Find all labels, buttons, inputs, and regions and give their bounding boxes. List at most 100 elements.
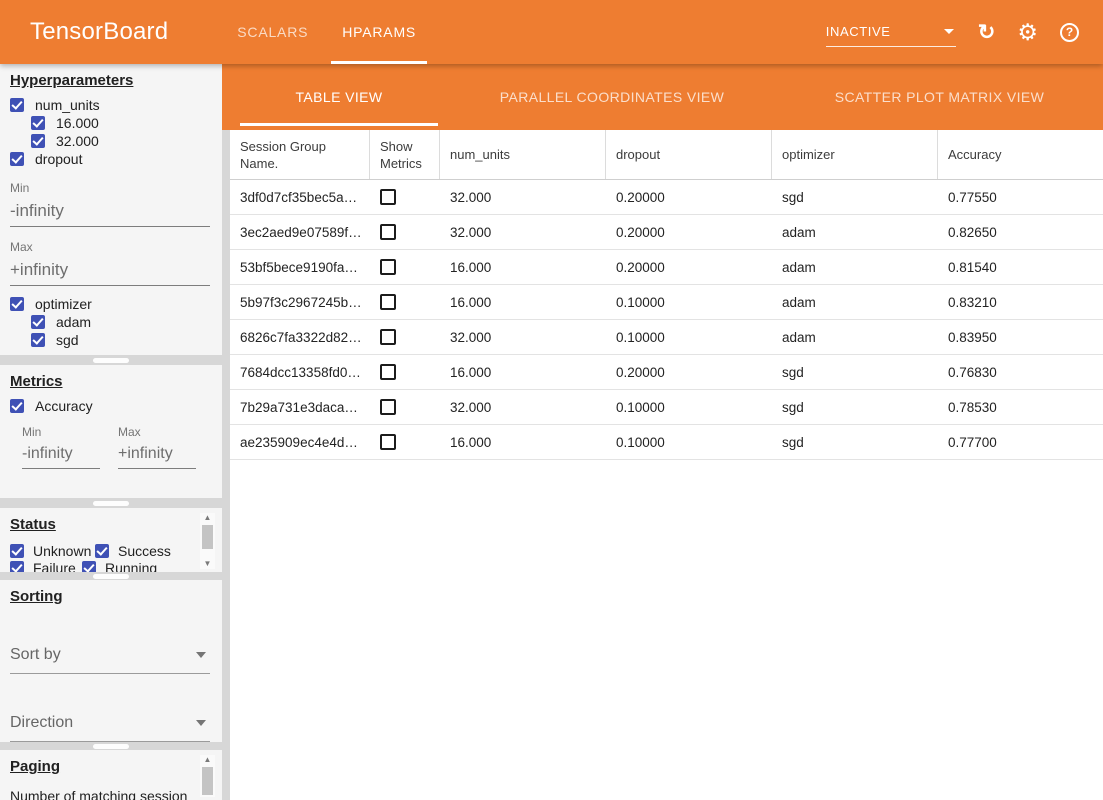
column-header-num-units[interactable]: num_units (440, 130, 606, 179)
tab-parallel-coordinates-view[interactable]: PARALLEL COORDINATES VIEW (448, 64, 776, 130)
num-units-value-row: 16.000 (31, 114, 212, 132)
session-group-name-cell: 3df0d7cf35bec5a… (230, 190, 370, 205)
pane-resize-handle[interactable] (93, 574, 129, 579)
gear-icon[interactable]: ⚙ (1017, 21, 1038, 44)
help-icon[interactable]: ? (1060, 23, 1079, 42)
sort-by-select[interactable]: Sort by (10, 642, 210, 674)
optimizer-sgd-checkbox[interactable] (31, 333, 45, 347)
refresh-icon[interactable]: ↻ (978, 22, 996, 43)
app-body: Hyperparameters num_units 16.000 32.000 … (0, 64, 1103, 800)
plugin-tabs: SCALARS HPARAMS (220, 0, 433, 64)
dropout-cell: 0.20000 (606, 260, 772, 275)
accuracy-cell: 0.77550 (938, 190, 1103, 205)
toolbar: TensorBoard SCALARS HPARAMS INACTIVE ↻ ⚙… (0, 0, 1103, 64)
status-unknown-checkbox[interactable] (10, 544, 24, 558)
optimizer-cell: adam (772, 260, 938, 275)
sorting-pane: Sorting Sort by Direction (0, 580, 222, 742)
show-metrics-checkbox[interactable] (380, 259, 396, 275)
num-units-cell: 32.000 (440, 190, 606, 205)
pane-resize-handle[interactable] (93, 501, 129, 506)
scrollbar-thumb[interactable] (202, 525, 213, 549)
tab-table-view[interactable]: TABLE VIEW (230, 64, 448, 130)
status-scrollbar: ▲ ▼ (200, 513, 215, 569)
pane-resize-handle[interactable] (93, 358, 129, 363)
table-header: Session Group Name. Show Metrics num_uni… (230, 130, 1103, 180)
status-success-checkbox[interactable] (95, 544, 109, 558)
optimizer-cell: adam (772, 330, 938, 345)
optimizer-cell: adam (772, 295, 938, 310)
accuracy-cell: 0.77700 (938, 435, 1103, 450)
metric-max-input[interactable]: +infinity (118, 439, 196, 469)
optimizer-checkbox[interactable] (10, 297, 24, 311)
sidebar: Hyperparameters num_units 16.000 32.000 … (0, 64, 222, 800)
num-units-32-checkbox[interactable] (31, 134, 45, 148)
paging-scrollbar: ▲ (200, 755, 215, 797)
accuracy-cell: 0.82650 (938, 225, 1103, 240)
dropout-min-input[interactable]: -infinity (10, 195, 210, 227)
direction-select[interactable]: Direction (10, 710, 210, 742)
scrollbar-thumb[interactable] (202, 767, 213, 795)
status-failure-checkbox[interactable] (10, 561, 24, 573)
toolbar-right-group: INACTIVE ↻ ⚙ ? (826, 0, 1079, 64)
pane-resize-handle[interactable] (93, 744, 129, 749)
status-running-checkbox[interactable] (82, 561, 96, 573)
optimizer-adam-checkbox[interactable] (31, 315, 45, 329)
dropout-max-input[interactable]: +infinity (10, 254, 210, 286)
column-header-session-group-name[interactable]: Session Group Name. (230, 130, 370, 179)
scroll-up-icon[interactable]: ▲ (204, 755, 212, 765)
show-metrics-cell (370, 189, 440, 205)
tab-hparams[interactable]: HPARAMS (325, 0, 433, 64)
dropout-checkbox[interactable] (10, 152, 24, 166)
paging-title: Paging (10, 756, 60, 782)
show-metrics-cell (370, 434, 440, 450)
table-row: 5b97f3c2967245b… 16.000 0.10000 adam 0.8… (230, 285, 1103, 320)
show-metrics-checkbox[interactable] (380, 224, 396, 240)
tab-scatter-plot-matrix-view[interactable]: SCATTER PLOT MATRIX VIEW (776, 64, 1103, 130)
num-units-16-checkbox[interactable] (31, 116, 45, 130)
scroll-down-icon[interactable]: ▼ (204, 559, 212, 569)
accuracy-checkbox[interactable] (10, 399, 24, 413)
show-metrics-checkbox[interactable] (380, 329, 396, 345)
dropout-min-label: Min (10, 181, 212, 195)
show-metrics-checkbox[interactable] (380, 189, 396, 205)
column-header-accuracy[interactable]: Accuracy (938, 130, 1103, 179)
session-group-name-cell: ae235909ec4e4d… (230, 435, 370, 450)
chevron-down-icon (196, 720, 206, 726)
show-metrics-checkbox[interactable] (380, 364, 396, 380)
pane-divider (0, 742, 222, 750)
column-header-optimizer[interactable]: optimizer (772, 130, 938, 179)
scroll-up-icon[interactable]: ▲ (204, 513, 212, 523)
show-metrics-checkbox[interactable] (380, 399, 396, 415)
num-units-32-label: 32.000 (56, 133, 99, 149)
metric-accuracy-row: Accuracy (10, 397, 212, 415)
tab-scalars[interactable]: SCALARS (220, 0, 325, 64)
accuracy-cell: 0.83950 (938, 330, 1103, 345)
num-units-checkbox[interactable] (10, 98, 24, 112)
direction-value: Direction (10, 714, 73, 732)
dropout-cell: 0.10000 (606, 330, 772, 345)
status-success-label: Success (118, 543, 171, 559)
show-metrics-checkbox[interactable] (380, 434, 396, 450)
reload-status-select[interactable]: INACTIVE (826, 22, 956, 47)
reload-status-value: INACTIVE (826, 24, 891, 39)
optimizer-sgd-label: sgd (56, 332, 79, 348)
sorting-title: Sorting (10, 586, 63, 612)
show-metrics-cell (370, 224, 440, 240)
num-units-label: num_units (35, 97, 100, 113)
show-metrics-cell (370, 399, 440, 415)
num-units-cell: 16.000 (440, 295, 606, 310)
hparam-optimizer-row: optimizer (10, 295, 212, 313)
table-row: 53bf5bece9190fa… 16.000 0.20000 adam 0.8… (230, 250, 1103, 285)
column-header-show-metrics[interactable]: Show Metrics (370, 130, 440, 179)
num-units-cell: 16.000 (440, 365, 606, 380)
optimizer-value-row: adam (31, 313, 212, 331)
optimizer-adam-label: adam (56, 314, 91, 330)
show-metrics-cell (370, 259, 440, 275)
optimizer-value-row: sgd (31, 331, 212, 349)
show-metrics-checkbox[interactable] (380, 294, 396, 310)
num-units-cell: 32.000 (440, 225, 606, 240)
chevron-down-icon (196, 652, 206, 658)
column-header-dropout[interactable]: dropout (606, 130, 772, 179)
metric-min-input[interactable]: -infinity (22, 439, 100, 469)
hyperparameters-pane: Hyperparameters num_units 16.000 32.000 … (0, 64, 222, 355)
